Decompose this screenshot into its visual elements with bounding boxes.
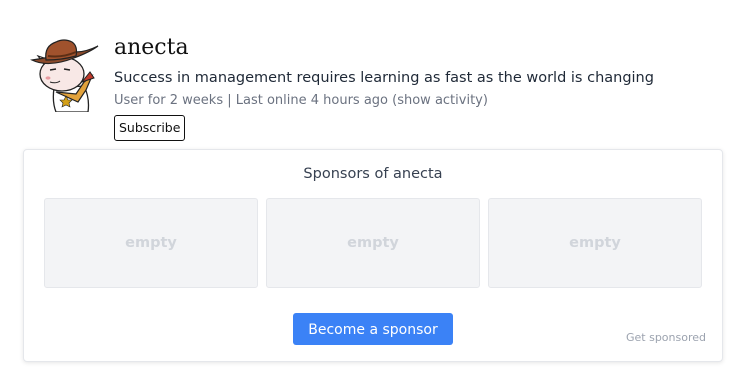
profile-username: anecta — [114, 35, 189, 60]
profile-bio: Success in management requires learning … — [114, 70, 654, 86]
sponsors-title: Sponsors of anecta — [303, 166, 443, 182]
subscribe-button[interactable]: Subscribe — [114, 115, 186, 141]
show-activity-link[interactable]: (show activity) — [392, 93, 488, 108]
profile-meta-text: User for 2 weeks | Last online 4 hours a… — [114, 93, 393, 108]
sponsors-card: Sponsors of anecta empty empty empty Bec… — [23, 149, 723, 362]
sponsor-slot: empty — [488, 198, 702, 288]
get-sponsored-link[interactable]: Get sponsored — [626, 331, 706, 345]
become-sponsor-button[interactable]: Become a sponsor — [293, 313, 453, 345]
avatar — [30, 39, 99, 112]
profile-meta: User for 2 weeks | Last online 4 hours a… — [114, 92, 488, 110]
sponsor-slot: empty — [266, 198, 480, 288]
sponsor-slot: empty — [44, 198, 258, 288]
